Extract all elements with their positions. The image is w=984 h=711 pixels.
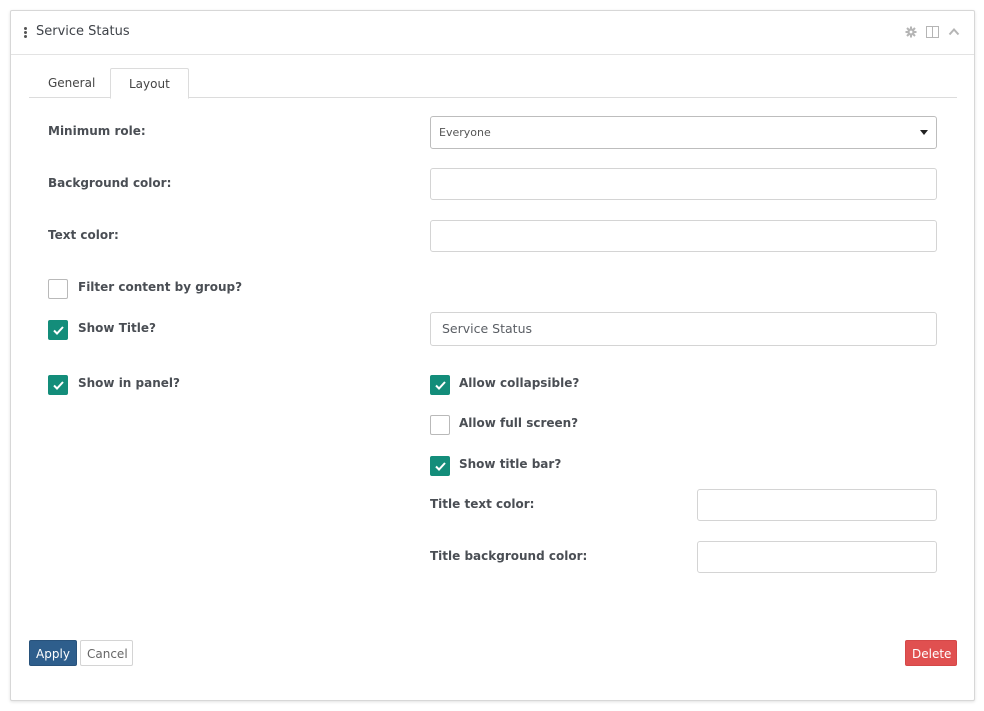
chevron-up-icon[interactable] — [948, 26, 960, 38]
text-color-label: Text color: — [48, 228, 119, 242]
show-title-label: Show Title? — [78, 321, 156, 335]
allow-full-screen-label: Allow full screen? — [459, 416, 579, 430]
minimum-role-value: Everyone — [439, 126, 491, 139]
checkmark-icon — [435, 381, 446, 390]
background-color-label: Background color: — [48, 176, 172, 190]
minimum-role-label: Minimum role: — [48, 124, 146, 138]
delete-button[interactable]: Delete — [905, 640, 957, 666]
title-background-color-input[interactable] — [697, 541, 937, 573]
text-color-input[interactable] — [430, 220, 937, 252]
filter-by-group-checkbox[interactable] — [48, 279, 68, 299]
allow-collapsible-label: Allow collapsible? — [459, 376, 580, 390]
tab-bar: General Layout — [29, 68, 957, 99]
apply-button[interactable]: Apply — [29, 640, 77, 666]
checkmark-icon — [53, 326, 64, 335]
title-text-color-label: Title text color: — [430, 497, 535, 511]
panel-title: Service Status — [36, 24, 130, 39]
minimum-role-select[interactable]: Everyone — [430, 116, 937, 149]
cancel-button[interactable]: Cancel — [80, 640, 133, 666]
drag-handle-icon[interactable] — [24, 27, 28, 38]
settings-panel: Service Status General Layout Minimum ro… — [10, 10, 975, 701]
show-title-checkbox[interactable] — [48, 320, 68, 340]
title-text-color-input[interactable] — [697, 489, 937, 521]
show-title-bar-checkbox[interactable] — [430, 456, 450, 476]
title-background-color-label: Title background color: — [430, 549, 588, 563]
gear-icon[interactable] — [905, 26, 917, 38]
tab-layout[interactable]: Layout — [110, 68, 189, 99]
panel-header: Service Status — [11, 11, 974, 55]
show-in-panel-label: Show in panel? — [78, 376, 180, 390]
allow-collapsible-checkbox[interactable] — [430, 375, 450, 395]
tab-general[interactable]: General — [30, 68, 113, 98]
checkmark-icon — [53, 381, 64, 390]
show-in-panel-checkbox[interactable] — [48, 375, 68, 395]
header-icons — [901, 26, 960, 40]
show-title-bar-label: Show title bar? — [459, 457, 562, 471]
caret-down-icon — [920, 130, 928, 135]
title-input[interactable]: Service Status — [430, 312, 937, 346]
checkmark-icon — [435, 462, 446, 471]
filter-by-group-label: Filter content by group? — [78, 280, 243, 294]
background-color-input[interactable] — [430, 168, 937, 200]
split-view-icon[interactable] — [925, 26, 939, 38]
allow-full-screen-checkbox[interactable] — [430, 415, 450, 435]
